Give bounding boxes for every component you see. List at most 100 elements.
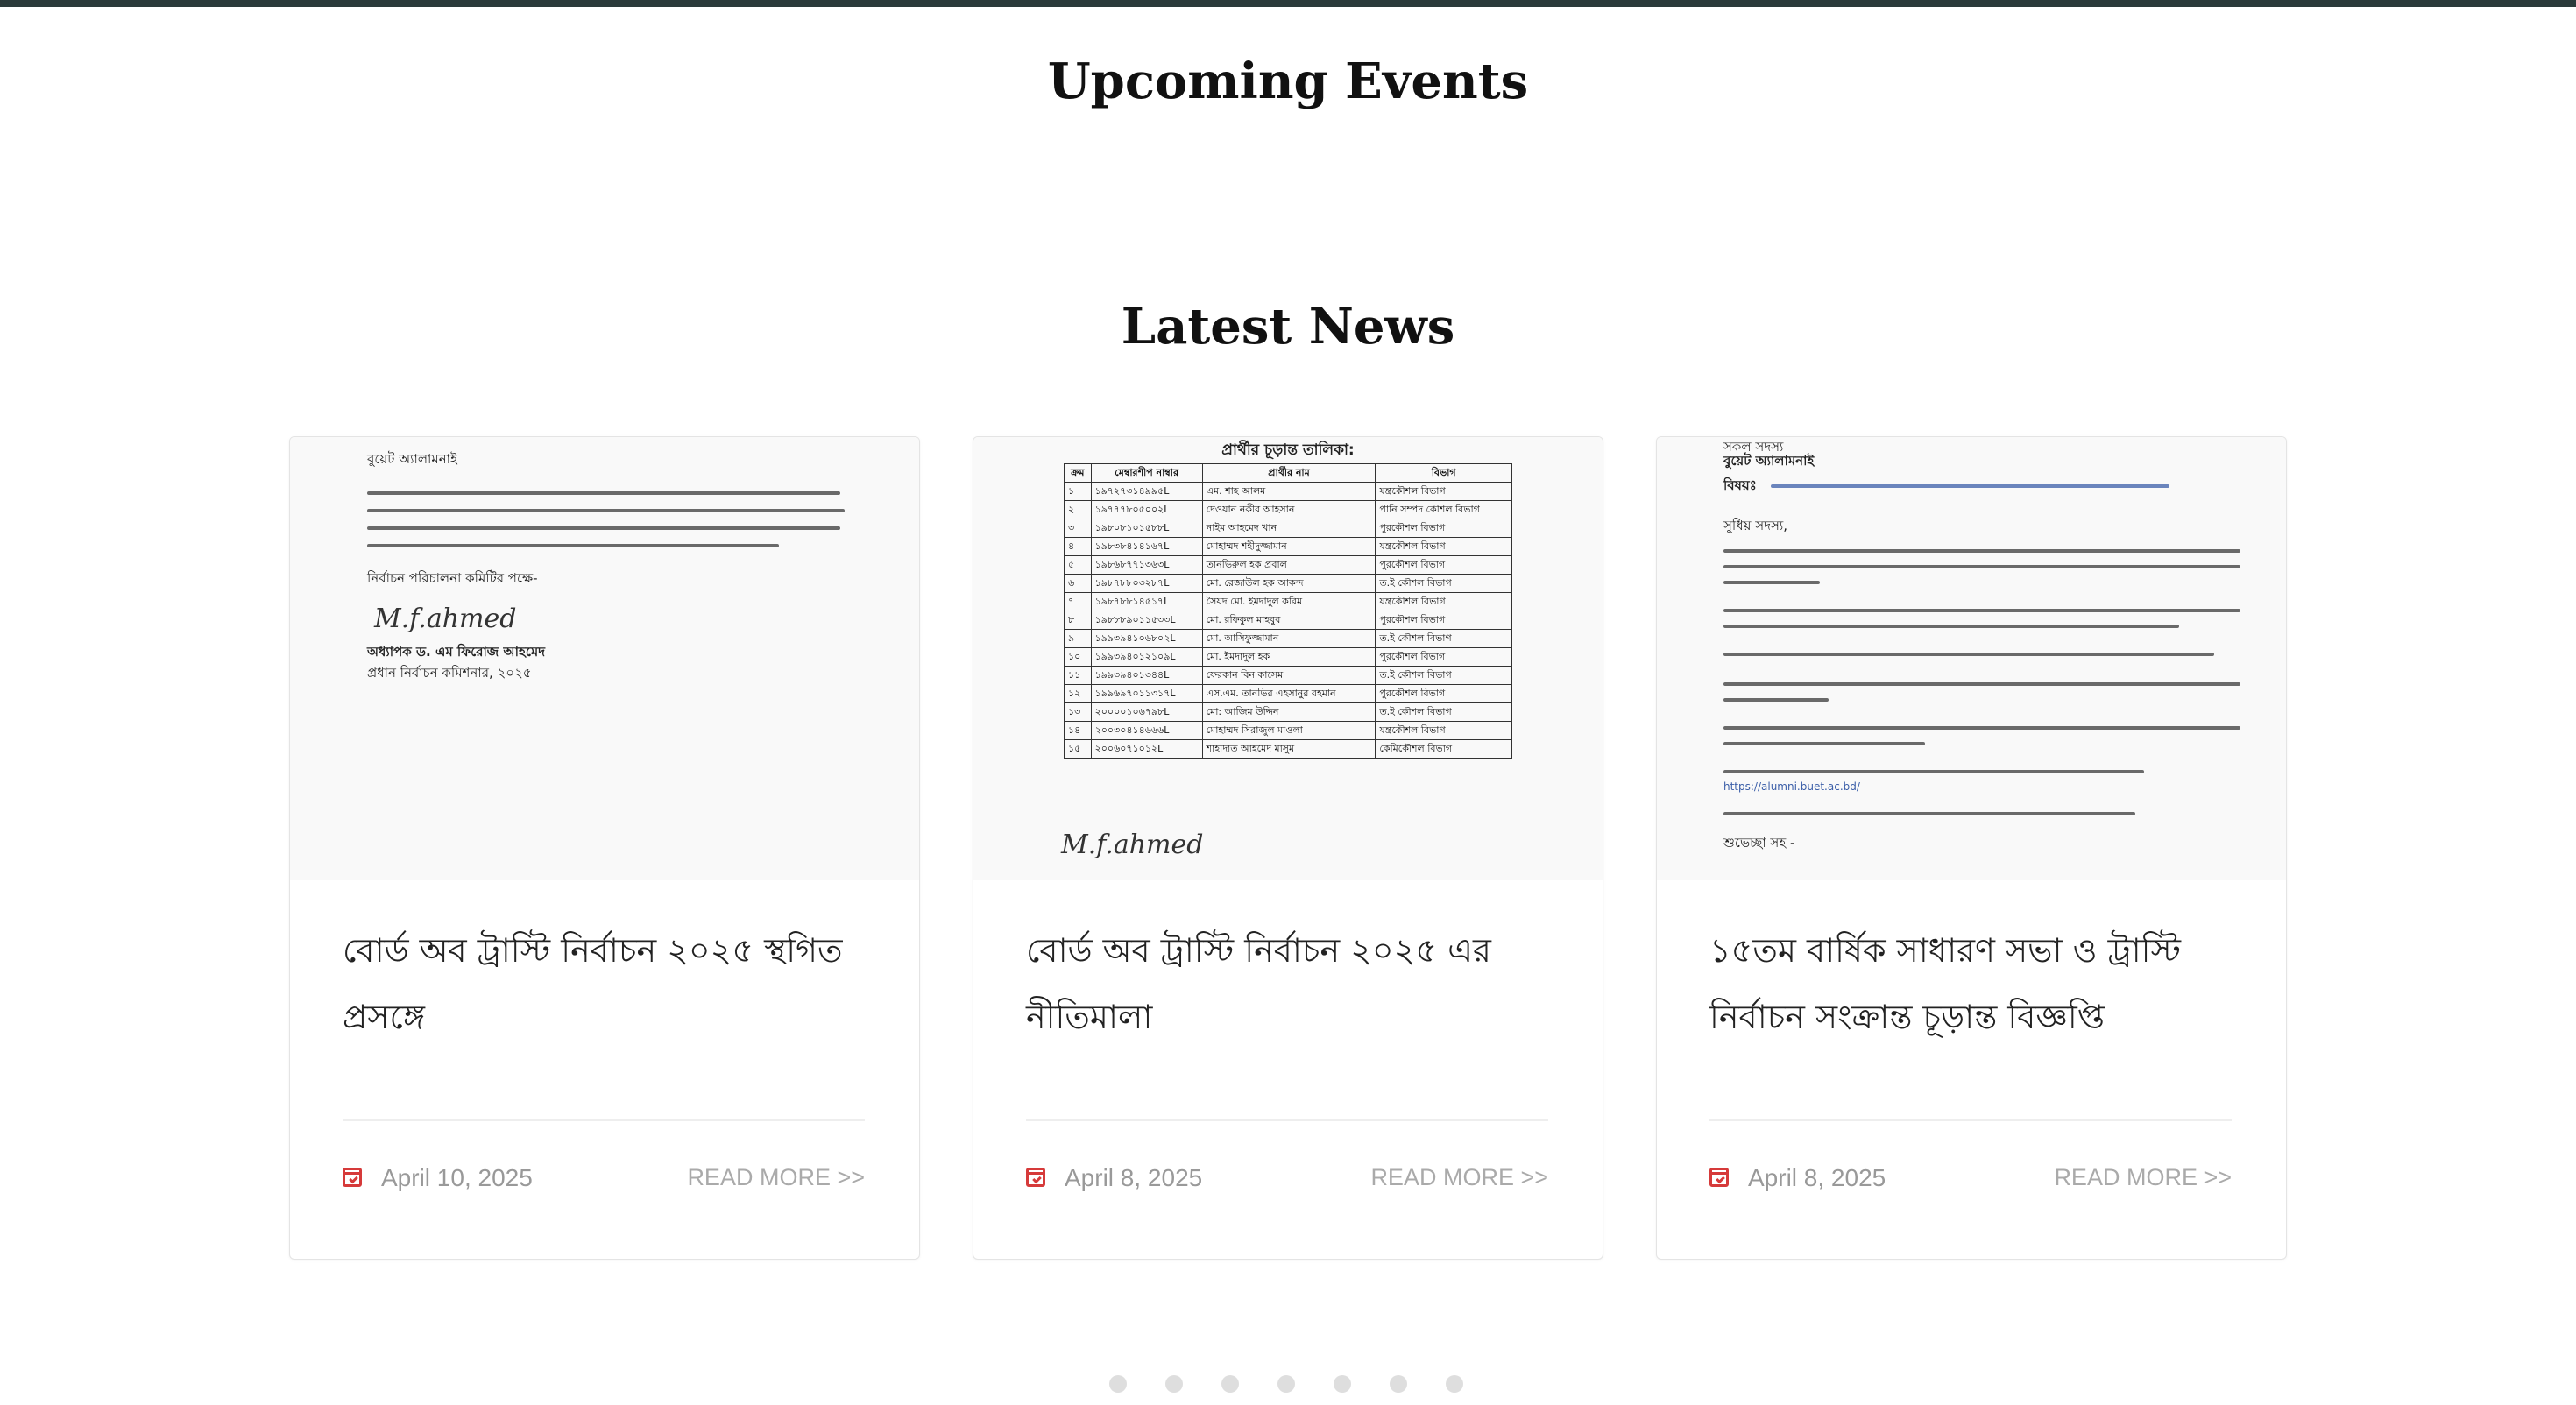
table-cell: এম. শাহ আলম <box>1201 482 1376 501</box>
table-cell: ১৯৯৩৯৪০১৩৪৪L <box>1090 666 1203 685</box>
news-card[interactable]: বুয়েট অ্যালামনাই নির্বাচন পরিচালনা কমিট… <box>289 436 920 1260</box>
table-cell: ১৫ <box>1064 739 1092 759</box>
table-cell: ১০ <box>1064 647 1092 667</box>
table-cell: নাইম আহমেদ খান <box>1201 519 1376 538</box>
carousel-dot[interactable] <box>1165 1375 1183 1393</box>
col-header: ক্রম <box>1064 463 1092 483</box>
table-row: ৯ ১৯৯৩৯৪১০৬৮০২L মো. আসিফুজ্জামান ত.ই কৌশল ব… <box>1064 629 1512 648</box>
table-cell: পুরকৌশল বিভাগ <box>1375 647 1512 667</box>
news-meta: April 8, 2025 READ MORE >> <box>1709 1164 2232 1196</box>
doc-text-line <box>1723 625 2179 628</box>
table-cell: মোহাম্মদ শহীদুজ্জামান <box>1201 537 1376 556</box>
news-title-link[interactable]: বোর্ড অব ট্রাস্টি নির্বাচন ২০২৫ এর নীতিম… <box>1026 917 1552 1050</box>
read-more-link[interactable]: READ MORE >> <box>1370 1164 1548 1191</box>
news-card[interactable]: সকল সদস্য বুয়েট অ্যালামনাই বিষয়ঃ সুধিয… <box>1656 436 2287 1260</box>
doc-text-line <box>1723 609 2240 612</box>
read-more-link[interactable]: READ MORE >> <box>2054 1164 2232 1191</box>
table-header-row: ক্রম মেম্বারশীপ নাম্বার প্রার্থীর নাম বি… <box>1064 463 1512 483</box>
table-row: ৩ ১৯৮০৮১০১৫৮৮L নাইম আহমেদ খান পুরকৌশল বিভাগ <box>1064 519 1512 538</box>
doc-text-line <box>367 544 779 547</box>
doc-table-heading: প্রার্থীর চূড়ান্ত তালিকা: <box>1221 441 1355 459</box>
table-row: ১ ১৯৭২৭৩১৪৯৯৫L এম. শাহ আলম যন্ত্রকৌশল বিভাগ <box>1064 482 1512 501</box>
doc-greeting: সুধিয় সদস্য, <box>1723 518 1788 533</box>
table-cell: মো. ইমদাদুল হক <box>1201 647 1376 667</box>
table-row: ১২ ১৯৯৬৯৭০১১৩১৭L এস.এম. তানভির এহসানুর রহম… <box>1064 684 1512 703</box>
table-cell: ২০০৩০৪১৪৬৬৬L <box>1090 721 1203 740</box>
carousel-dot[interactable] <box>1390 1375 1407 1393</box>
table-cell: ২০০৬০৭১০১২L <box>1090 739 1203 759</box>
doc-subject-label: বিষয়ঃ <box>1723 477 1757 493</box>
table-cell: পুরকৌশল বিভাগ <box>1375 611 1512 630</box>
doc-org-line: বুয়েট অ্যালামনাই <box>1723 453 1815 469</box>
news-card[interactable]: প্রার্থীর চূড়ান্ত তালিকা: ক্রম মেম্বারশ… <box>973 436 1603 1260</box>
table-cell: যন্ত্রকৌশল বিভাগ <box>1375 592 1512 611</box>
table-cell: মো. আসিফুজ্জামান <box>1201 629 1376 648</box>
table-cell: মো: আজিম উদ্দিন <box>1201 702 1376 722</box>
doc-subject-line <box>1771 484 2169 488</box>
table-cell: ১৯৯৬৯৭০১১৩১৭L <box>1090 684 1203 703</box>
news-thumbnail-notice[interactable]: সকল সদস্য বুয়েট অ্যালামনাই বিষয়ঃ সুধিয… <box>1657 437 2286 880</box>
table-cell: ৭ <box>1064 592 1092 611</box>
candidate-table: ক্রম মেম্বারশীপ নাম্বার প্রার্থীর নাম বি… <box>1064 463 1512 759</box>
table-row: ৮ ১৯৮৮৮৯০১১৫৩৩L মো. রফিকুল মাহবুব পুরকৌশল ব… <box>1064 611 1512 630</box>
table-cell: তানভিরুল হক প্রবাল <box>1201 555 1376 575</box>
table-row: ৫ ১৯৮৬৮৭৭১৩৬৩L তানভিরুল হক প্রবাল পুরকৌশল ব… <box>1064 555 1512 575</box>
doc-text-line <box>1723 653 2214 656</box>
table-cell: পানি সম্পদ কৌশল বিভাগ <box>1375 500 1512 519</box>
carousel-dot[interactable] <box>1334 1375 1351 1393</box>
table-cell: ১ <box>1064 482 1092 501</box>
carousel-pagination <box>1109 1375 1477 1394</box>
carousel-dot[interactable] <box>1446 1375 1463 1393</box>
table-cell: ১৯৭২৭৩১৪৯৯৫L <box>1090 482 1203 501</box>
col-header: মেম্বারশীপ নাম্বার <box>1090 463 1203 483</box>
table-cell: মো. রফিকুল মাহবুব <box>1201 611 1376 630</box>
table-cell: ১৯৮৩৮৪১৪১৬৭L <box>1090 537 1203 556</box>
signature-image: M.f.ahmed <box>374 604 517 634</box>
signature-image: M.f.ahmed <box>1061 830 1204 860</box>
read-more-link[interactable]: READ MORE >> <box>687 1164 865 1191</box>
table-row: ১৪ ২০০৩০৪১৪৬৬৬L মোহাম্মদ সিরাজুল মাওলা যন্ত… <box>1064 721 1512 740</box>
carousel-dot[interactable] <box>1221 1375 1239 1393</box>
doc-committee-line: নির্বাচন পরিচালনা কমিটির পক্ষে- <box>367 570 538 586</box>
doc-text-line <box>1723 565 2240 568</box>
card-divider <box>1026 1119 1548 1121</box>
table-row: ৭ ১৯৮৭৮৮১৪৫১৭L সৈয়দ মো. ইমদাদুল করিম যন্ত্… <box>1064 592 1512 611</box>
doc-text-line <box>367 526 840 530</box>
table-cell: ৪ <box>1064 537 1092 556</box>
table-cell: যন্ত্রকৌশল বিভাগ <box>1375 721 1512 740</box>
table-cell: ১১ <box>1064 666 1092 685</box>
doc-text-line <box>1723 770 2144 773</box>
news-date: April 8, 2025 <box>1065 1164 1203 1191</box>
table-cell: ১২ <box>1064 684 1092 703</box>
doc-text-line <box>1723 742 1925 745</box>
top-border-bar <box>0 0 2576 7</box>
news-date: April 10, 2025 <box>381 1164 533 1191</box>
doc-text-line <box>367 509 845 512</box>
news-meta: April 10, 2025 READ MORE >> <box>343 1164 865 1196</box>
news-title-link[interactable]: ১৫তম বার্ষিক সাধারণ সভা ও ট্রাস্টি নির্ব… <box>1709 917 2235 1050</box>
table-cell: ২ <box>1064 500 1092 519</box>
card-divider <box>343 1119 865 1121</box>
news-thumbnail-candidate-list[interactable]: প্রার্থীর চূড়ান্ত তালিকা: ক্রম মেম্বারশ… <box>973 437 1603 880</box>
news-carousel: বুয়েট অ্যালামনাই নির্বাচন পরিচালনা কমিট… <box>289 436 2287 1260</box>
table-cell: ১৯৮০৮১০১৫৮৮L <box>1090 519 1203 538</box>
table-cell: ত.ই কৌশল বিভাগ <box>1375 702 1512 722</box>
table-cell: ১৯৯৩৯৪০১২১০৯L <box>1090 647 1203 667</box>
news-title-link[interactable]: বোর্ড অব ট্রাস্টি নির্বাচন ২০২৫ স্থগিত প… <box>343 917 868 1050</box>
table-cell: ৩ <box>1064 519 1092 538</box>
table-cell: ত.ই কৌশল বিভাগ <box>1375 574 1512 593</box>
calendar-check-icon <box>1709 1168 1729 1187</box>
table-cell: মো. রেজাউল হক আকন্দ <box>1201 574 1376 593</box>
table-cell: পুরকৌশল বিভাগ <box>1375 684 1512 703</box>
table-cell: এস.এম. তানভির এহসানুর রহমান <box>1201 684 1376 703</box>
table-cell: ১৯৯৩৯৪১০৬৮০২L <box>1090 629 1203 648</box>
table-cell: ৮ <box>1064 611 1092 630</box>
news-thumbnail-notice[interactable]: বুয়েট অ্যালামনাই নির্বাচন পরিচালনা কমিট… <box>290 437 919 880</box>
table-cell: পুরকৌশল বিভাগ <box>1375 555 1512 575</box>
carousel-dot[interactable] <box>1109 1375 1127 1393</box>
doc-text-line <box>1723 581 1820 584</box>
table-cell: ১৯৮৭৮৮০৩২৮৭L <box>1090 574 1203 593</box>
table-cell: যন্ত্রকৌশল বিভাগ <box>1375 537 1512 556</box>
table-cell: ১৯৮৬৮৭৭১৩৬৩L <box>1090 555 1203 575</box>
carousel-dot[interactable] <box>1277 1375 1295 1393</box>
